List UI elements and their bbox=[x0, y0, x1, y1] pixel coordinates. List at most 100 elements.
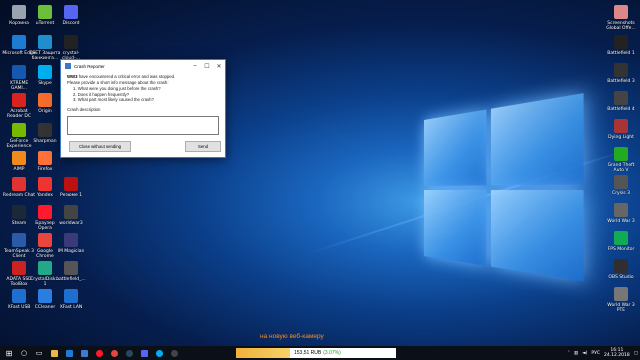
clock[interactable]: 16:11 24.12.2018 bbox=[604, 348, 630, 358]
search-icon[interactable]: ○ bbox=[18, 347, 30, 359]
battlefield-file-icon bbox=[64, 261, 78, 275]
desktop-icon[interactable]: Origin bbox=[28, 90, 62, 124]
close-button[interactable]: ✕ bbox=[213, 60, 225, 72]
opera-icon[interactable] bbox=[93, 347, 105, 359]
yandex-icon bbox=[38, 177, 52, 191]
system-tray: ˄ ▥ ◄) РУС 16:11 24.12.2018 ▢ bbox=[568, 346, 638, 360]
battlefield1-icon bbox=[614, 35, 628, 49]
dialog-titlebar[interactable]: Crash Reporter – ☐ ✕ bbox=[61, 60, 225, 72]
geforce-icon bbox=[12, 123, 26, 137]
dialog-title: Crash Reporter bbox=[74, 63, 105, 69]
ticker-change: (3.07%) bbox=[323, 350, 341, 356]
maximize-button[interactable]: ☐ bbox=[201, 60, 213, 72]
skype-icon bbox=[38, 65, 52, 79]
chrome-icon bbox=[38, 233, 52, 247]
network-icon[interactable]: ▥ bbox=[574, 351, 578, 356]
currency-ticker[interactable]: 153,51 RUB (3.07%) bbox=[236, 348, 396, 358]
desktop-icon-label: battlefield_... bbox=[56, 277, 86, 282]
logo-pane bbox=[490, 93, 584, 186]
logo-pane bbox=[490, 190, 584, 282]
desktop-icon-label: Battlefield 4 bbox=[607, 107, 635, 112]
start-button[interactable]: ⊞ bbox=[3, 347, 15, 359]
chat-icon bbox=[12, 177, 26, 191]
gta-icon bbox=[614, 147, 628, 161]
firefox-icon bbox=[38, 151, 52, 165]
cloud-icon bbox=[64, 35, 78, 49]
desktop-icon-label: Discord bbox=[62, 21, 80, 26]
desktop-icon[interactable]: World War 3 PTE bbox=[604, 284, 638, 318]
task-view-icon[interactable]: ▭ bbox=[33, 347, 45, 359]
utorrent-icon bbox=[38, 5, 52, 19]
explorer-icon[interactable] bbox=[48, 347, 60, 359]
intro-line-2: Please provide a short info message abou… bbox=[67, 79, 169, 85]
intro-text: have encountered a critical error and wa… bbox=[77, 74, 176, 79]
steam-icon[interactable] bbox=[123, 347, 135, 359]
crystaldisk-icon bbox=[38, 261, 52, 275]
discord-icon bbox=[64, 5, 78, 19]
dialog-body: WW3 have encountered a critical error an… bbox=[61, 72, 225, 115]
edge-icon bbox=[12, 35, 26, 49]
desktop-icon-label: Crysis 3 bbox=[612, 191, 630, 196]
magician-icon bbox=[64, 233, 78, 247]
desktop-icon-label: Battlefield 1 bbox=[607, 51, 635, 56]
desktop-icon-label: Резюме 1 bbox=[59, 193, 83, 198]
minimize-button[interactable]: – bbox=[189, 60, 201, 72]
game-name: WW3 bbox=[67, 74, 78, 79]
obs-icon[interactable] bbox=[168, 347, 180, 359]
desktop-icon-label: OBS Studio bbox=[608, 275, 634, 280]
worldwar3pte-icon bbox=[614, 287, 628, 301]
desktop-icon-label: Screenshots Global Offe... bbox=[606, 21, 636, 31]
desktop-icon-label: World War 3 bbox=[607, 219, 635, 224]
desktop-icon[interactable]: Discord bbox=[54, 2, 88, 36]
logo-pane bbox=[424, 109, 487, 186]
xfast-lan-icon bbox=[64, 289, 78, 303]
close-without-sending-button[interactable]: Close without sending bbox=[69, 141, 131, 152]
crash-description-input[interactable] bbox=[67, 116, 219, 135]
logo-pane bbox=[424, 190, 487, 266]
adata-icon bbox=[12, 261, 26, 275]
app-icon bbox=[65, 63, 71, 69]
xtreme-icon bbox=[12, 65, 26, 79]
aimp-icon bbox=[12, 151, 26, 165]
ww3-icon bbox=[64, 205, 78, 219]
send-button[interactable]: Send bbox=[185, 141, 221, 152]
discord-icon[interactable] bbox=[138, 347, 150, 359]
opera-icon bbox=[38, 205, 52, 219]
acrobat-icon bbox=[12, 93, 26, 107]
sharpman-icon bbox=[38, 123, 52, 137]
battlefield4-icon bbox=[614, 91, 628, 105]
xfast-usb-icon bbox=[12, 289, 26, 303]
desktop-icon-label: XFast LAN bbox=[59, 305, 83, 310]
tray-chevron-icon[interactable]: ˄ bbox=[568, 351, 570, 356]
fps-icon bbox=[614, 231, 628, 245]
desktop-icon[interactable]: Screenshots Global Offe... bbox=[604, 2, 638, 36]
dyinglight-icon bbox=[614, 119, 628, 133]
desktop-icon-label: Firefox bbox=[37, 167, 53, 172]
language-indicator[interactable]: РУС bbox=[591, 351, 600, 356]
question-item: 3. What part most likely caused the cras… bbox=[73, 97, 154, 103]
volume-icon[interactable]: ◄) bbox=[582, 351, 587, 356]
worldwar3-icon bbox=[614, 203, 628, 217]
desktop-icon-label: FPS Monitor bbox=[607, 247, 635, 252]
trash-icon bbox=[12, 5, 26, 19]
desktop-icon[interactable]: XFast LAN bbox=[54, 286, 88, 320]
store-icon[interactable] bbox=[78, 347, 90, 359]
eset-icon bbox=[38, 35, 52, 49]
ticker-value: 153,51 RUB bbox=[294, 350, 322, 356]
desktop-icon-label: Skype bbox=[38, 81, 52, 86]
edge-icon[interactable] bbox=[63, 347, 75, 359]
ticker-bar bbox=[236, 348, 290, 358]
chrome-icon[interactable] bbox=[108, 347, 120, 359]
desktop-icon-label: Sharpman bbox=[33, 139, 57, 144]
crash-reporter-dialog: Crash Reporter – ☐ ✕ WW3 have encountere… bbox=[60, 59, 226, 158]
skype-icon[interactable] bbox=[153, 347, 165, 359]
obs-icon bbox=[614, 259, 628, 273]
desktop-icon-label: Origin bbox=[38, 109, 52, 114]
desktop-icon-label: Battlefield 3 bbox=[607, 79, 635, 84]
question-list: 1. What were you doing just before the c… bbox=[73, 86, 219, 103]
clock-date: 24.12.2018 bbox=[603, 353, 630, 358]
desktop-icon-label: World War 3 PTE bbox=[607, 303, 635, 313]
desktop-icon-label: worldwar3 bbox=[59, 221, 83, 226]
notifications-icon[interactable]: ▢ bbox=[634, 351, 638, 356]
origin-icon bbox=[38, 93, 52, 107]
